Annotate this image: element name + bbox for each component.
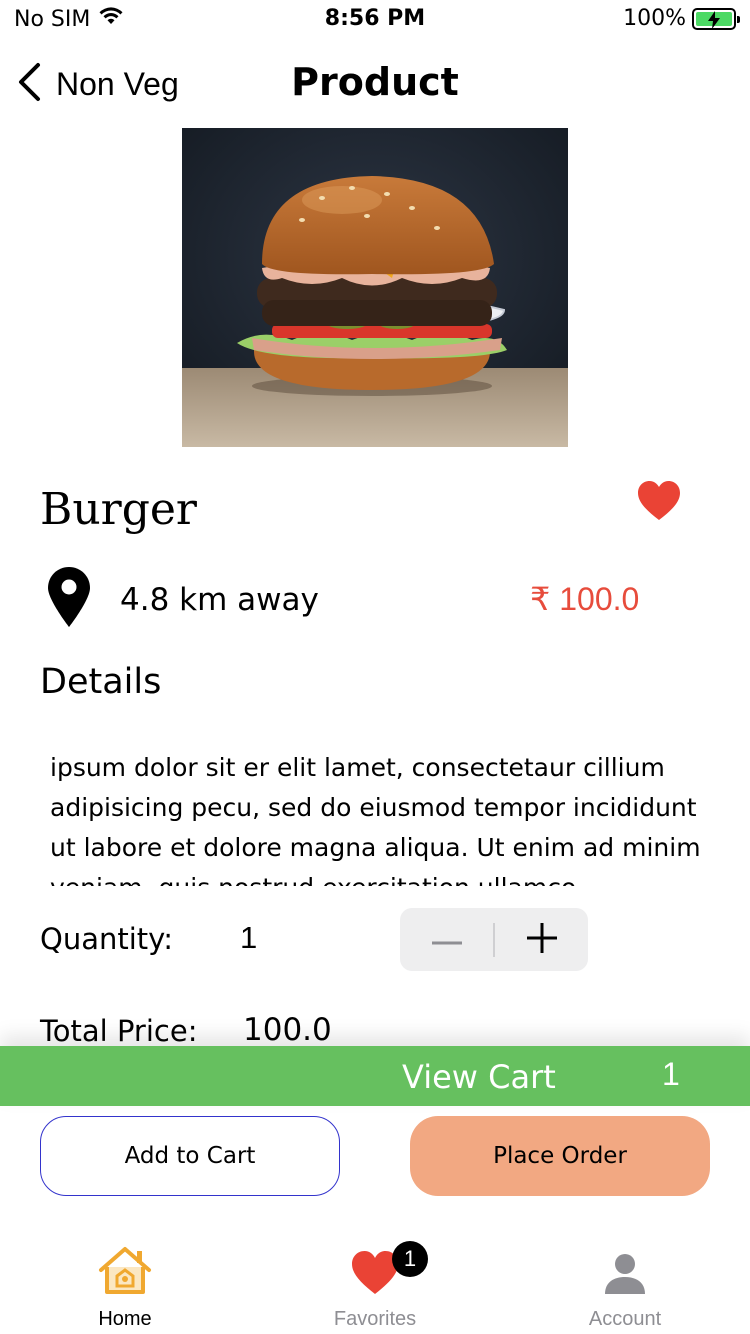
battery-icon <box>692 7 740 30</box>
decrement-button[interactable] <box>400 908 493 971</box>
tab-account-label: Account <box>588 1308 662 1330</box>
tab-favorites-label: Favorites <box>333 1308 417 1330</box>
place-order-button[interactable]: Place Order <box>410 1116 710 1196</box>
tab-favorites[interactable]: Favorites <box>250 1234 500 1334</box>
nav-bar: Non Veg Product <box>0 50 750 120</box>
favorite-heart-icon[interactable] <box>636 480 682 526</box>
battery-percent: 100% <box>623 6 686 31</box>
add-to-cart-button[interactable]: Add to Cart <box>40 1116 340 1196</box>
status-right: 100% <box>623 6 740 31</box>
location-pin-icon <box>46 566 92 632</box>
details-text: ipsum dolor sit er elit lamet, consectet… <box>50 753 701 886</box>
product-image <box>182 128 568 447</box>
tab-home-label: Home <box>98 1308 152 1330</box>
tab-bar: Home Favorites Account <box>0 1234 750 1334</box>
page-title: Product <box>291 60 459 104</box>
minus-icon <box>431 930 462 949</box>
tab-account[interactable]: Account <box>500 1234 750 1334</box>
details-heading: Details <box>40 662 162 702</box>
plus-icon <box>526 922 557 957</box>
distance-label: 4.8 km away <box>120 582 319 618</box>
favorites-badge: 1 <box>392 1241 428 1277</box>
view-cart-bar[interactable]: View Cart 1 <box>0 1046 750 1106</box>
increment-button[interactable] <box>495 908 588 971</box>
view-cart-count: 1 <box>662 1056 680 1092</box>
product-name: Burger <box>40 484 197 535</box>
tab-home[interactable]: Home <box>0 1234 250 1334</box>
heart-icon <box>250 1246 500 1296</box>
person-icon <box>500 1246 750 1296</box>
quantity-stepper <box>400 908 588 971</box>
status-bar: No SIM 8:56 PM 100% <box>0 0 750 40</box>
total-price-label: Total Price: <box>40 1014 198 1048</box>
total-price-value: 100.0 <box>243 1012 332 1048</box>
product-price: ₹ 100.0 <box>530 581 640 617</box>
home-icon <box>0 1246 250 1296</box>
quantity-value: 1 <box>240 920 258 955</box>
view-cart-label: View Cart <box>402 1058 556 1096</box>
quantity-label: Quantity: <box>40 922 173 956</box>
